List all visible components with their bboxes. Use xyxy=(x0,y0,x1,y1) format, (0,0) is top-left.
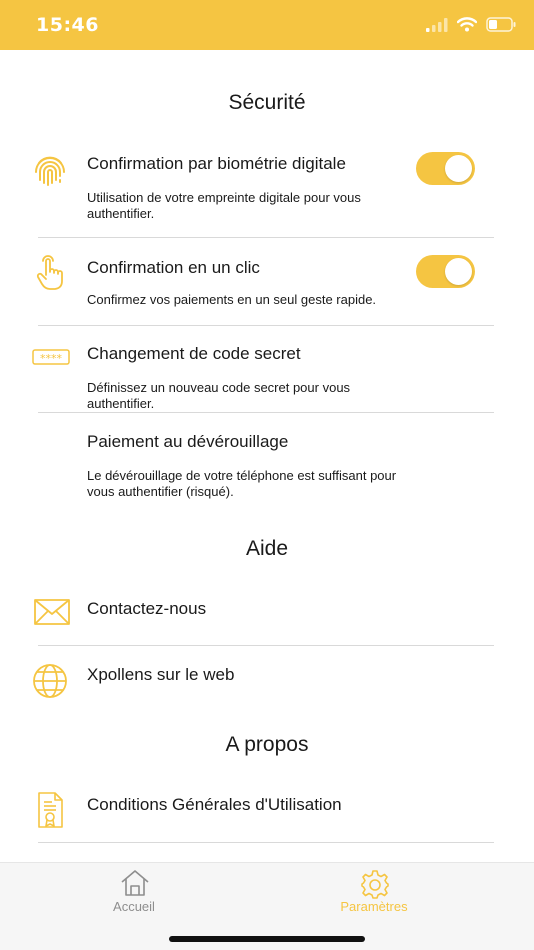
help-title: Contactez-nous xyxy=(87,599,207,618)
tab-settings[interactable]: Paramètres xyxy=(274,863,474,923)
one-click-toggle[interactable] xyxy=(416,255,475,288)
setting-description: Le dévérouillage de votre téléphone est … xyxy=(87,468,397,499)
setting-title: Confirmation en un clic xyxy=(87,258,260,277)
toggle-knob xyxy=(445,155,472,182)
setting-description: Confirmez vos paiements en un seul geste… xyxy=(87,292,377,307)
setting-description: Utilisation de votre empreinte digitale … xyxy=(87,190,361,221)
globe-icon xyxy=(30,662,70,700)
status-bar: 15:46 xyxy=(0,0,534,50)
setting-title: Changement de code secret xyxy=(87,344,301,363)
wifi-icon xyxy=(457,17,477,32)
setting-description: Définissez un nouveau code secret pour v… xyxy=(87,380,351,411)
setting-title: Paiement au dévérouillage xyxy=(87,432,289,451)
signal-icon xyxy=(426,17,448,32)
divider xyxy=(38,645,494,646)
fingerprint-icon xyxy=(30,150,70,190)
biometrics-toggle[interactable] xyxy=(416,152,475,185)
divider xyxy=(38,325,494,326)
divider xyxy=(38,412,494,413)
section-title-help: Aide xyxy=(245,537,289,560)
divider xyxy=(38,842,494,843)
section-title-security: Sécurité xyxy=(228,91,306,114)
gear-icon xyxy=(361,870,389,899)
divider xyxy=(38,237,494,238)
status-time: 15:46 xyxy=(36,14,99,36)
help-title: Xpollens sur le web xyxy=(87,665,235,684)
section-title-about: A propos xyxy=(225,733,309,756)
svg-text:****: **** xyxy=(40,352,63,365)
tab-home[interactable]: Accueil xyxy=(34,863,234,923)
envelope-icon xyxy=(32,598,72,626)
pin-code-icon: **** xyxy=(32,348,70,366)
certificate-icon xyxy=(30,790,70,830)
tab-label: Accueil xyxy=(113,899,155,914)
home-indicator xyxy=(169,936,365,942)
about-title: Conditions Générales d'Utilisation xyxy=(87,795,342,814)
battery-icon xyxy=(486,17,516,32)
setting-title: Confirmation par biométrie digitale xyxy=(87,154,346,173)
home-icon xyxy=(121,870,149,896)
toggle-knob xyxy=(445,258,472,285)
tap-hand-icon xyxy=(30,254,70,292)
status-icons xyxy=(426,17,516,32)
tab-label: Paramètres xyxy=(340,899,408,914)
